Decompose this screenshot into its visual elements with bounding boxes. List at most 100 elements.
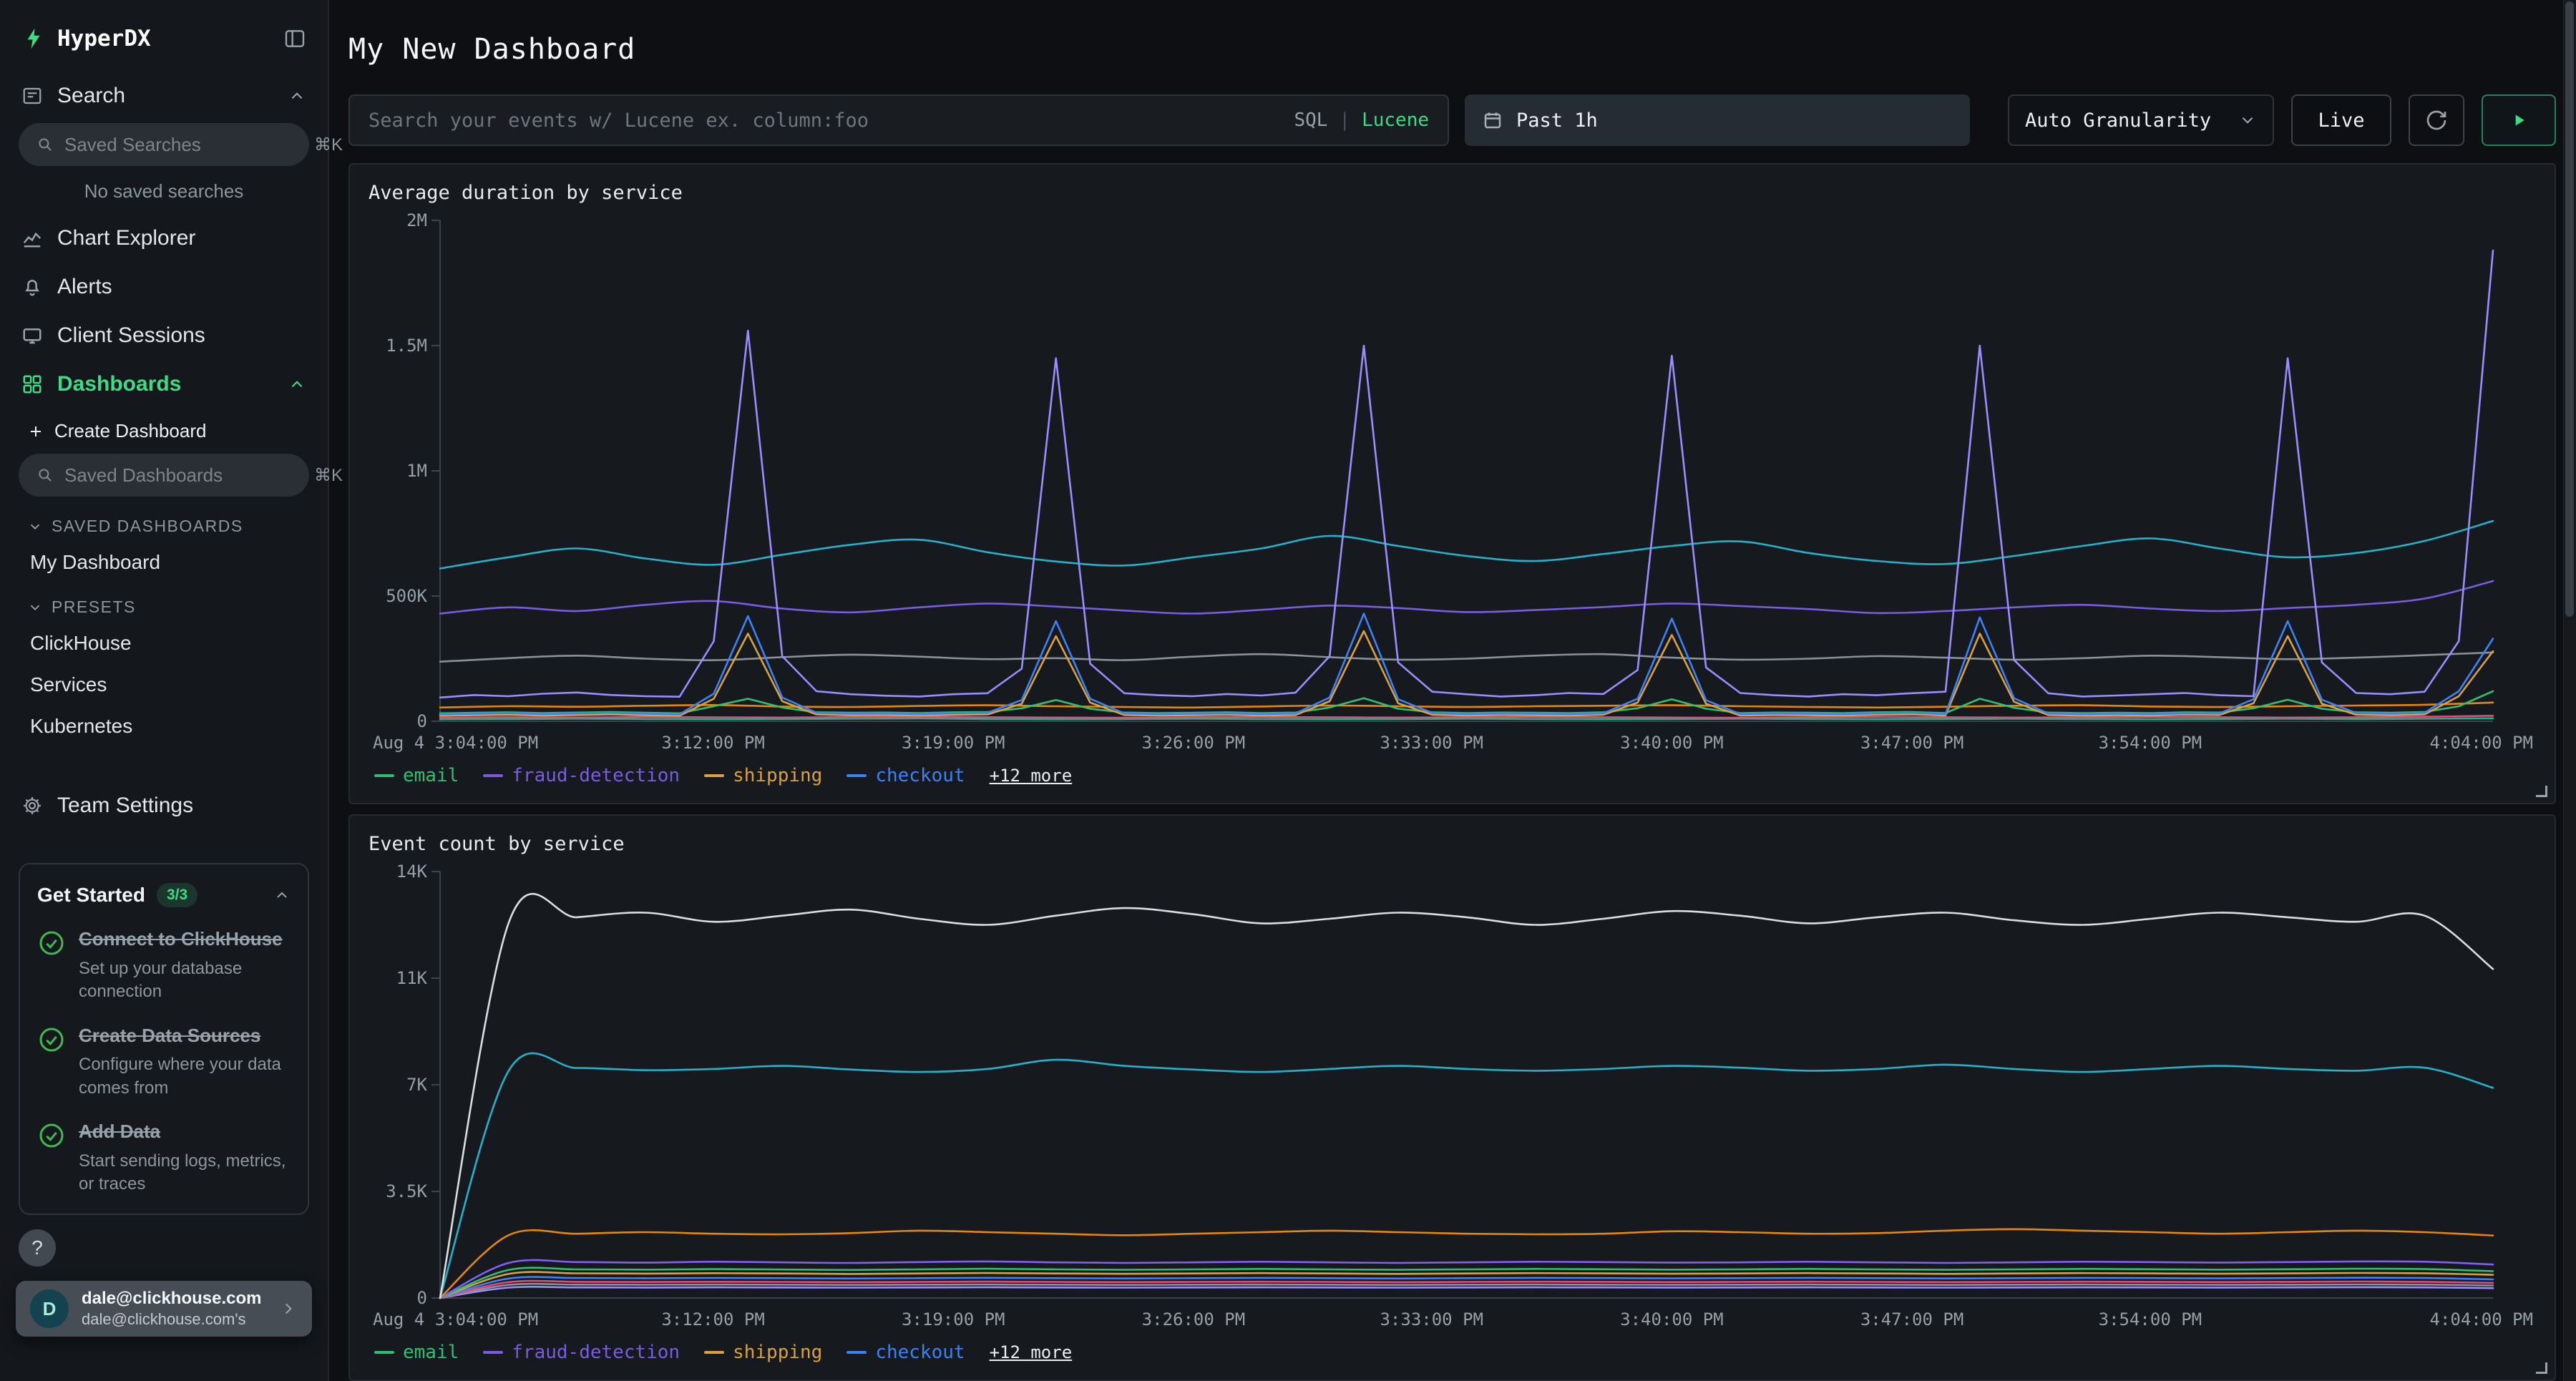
legend-more-link[interactable]: +12 more	[990, 1342, 1073, 1362]
language-toggle-lucene[interactable]: Lucene	[1362, 109, 1429, 131]
legend-item-checkout[interactable]: checkout	[847, 1342, 965, 1363]
granularity-value: Auto Granularity	[2025, 109, 2211, 132]
panel-title: Event count by service	[369, 831, 2536, 857]
chart-legend: email fraud-detection shipping checkout +12 …	[369, 760, 2536, 791]
get-started-header[interactable]: Get Started 3/3	[37, 883, 291, 907]
sidebar: HyperDX Search ⌘K No saved searches	[0, 0, 329, 1381]
legend-label: shipping	[733, 1342, 822, 1363]
user-org: dale@clickhouse.com's	[82, 1310, 266, 1329]
legend-label: email	[403, 765, 459, 786]
svg-text:3:54:00 PM: 3:54:00 PM	[2099, 1309, 2202, 1329]
legend-swatch	[483, 1351, 503, 1354]
user-email: dale@clickhouse.com	[82, 1289, 266, 1309]
dashboard-link-my-dashboard[interactable]: My Dashboard	[0, 542, 328, 583]
svg-text:0: 0	[417, 711, 427, 731]
panel-event-count: Event count by service 03.5K7K11K14KAug …	[348, 814, 2556, 1381]
group-presets[interactable]: PRESETS	[0, 583, 328, 623]
chart-average-duration-by-service[interactable]: 0500K1M1.5M2MAug 4 3:04:00 PM3:12:00 PM3…	[369, 210, 2536, 760]
sidebar-item-dashboards[interactable]: Dashboards	[0, 360, 328, 409]
legend-swatch	[704, 774, 724, 777]
sidebar-section-search[interactable]: Search	[0, 72, 328, 120]
create-dashboard-button[interactable]: Create Dashboard	[0, 409, 328, 451]
legend-label: fraud-detection	[512, 765, 680, 786]
panel-resize-handle[interactable]	[2536, 786, 2547, 797]
sidebar-item-team-settings[interactable]: Team Settings	[0, 781, 328, 830]
svg-text:3:26:00 PM: 3:26:00 PM	[1142, 1309, 1246, 1329]
monitor-icon	[21, 325, 43, 346]
legend-item-shipping[interactable]: shipping	[704, 765, 822, 786]
granularity-select[interactable]: Auto Granularity	[2008, 94, 2274, 146]
refresh-button[interactable]	[2409, 94, 2464, 146]
get-started-item-connect[interactable]: Connect to ClickHouse Set up your databa…	[37, 927, 291, 1004]
legend-swatch	[847, 1351, 867, 1354]
run-query-button[interactable]	[2482, 94, 2556, 146]
chart-explorer-icon	[21, 228, 43, 249]
legend-item-shipping[interactable]: shipping	[704, 1342, 822, 1363]
legend-more-link[interactable]: +12 more	[990, 766, 1073, 786]
chevron-down-icon	[2238, 111, 2257, 130]
svg-text:3.5K: 3.5K	[386, 1181, 427, 1201]
main-content: My New Dashboard SQL | Lucene Past 1h Au…	[329, 0, 2576, 1381]
svg-text:3:40:00 PM: 3:40:00 PM	[1620, 733, 1724, 753]
get-started-item-add-data[interactable]: Add Data Start sending logs, metrics, or…	[37, 1120, 291, 1196]
check-circle-icon	[37, 1121, 66, 1196]
legend-item-email[interactable]: email	[374, 1342, 459, 1363]
legend-label: fraud-detection	[512, 1342, 680, 1363]
sidebar-item-label: Client Sessions	[57, 323, 306, 348]
event-search-box[interactable]: SQL | Lucene	[348, 94, 1449, 146]
sidebar-item-label: Dashboards	[57, 372, 273, 396]
preset-link-kubernetes[interactable]: Kubernetes	[0, 706, 328, 747]
search-section-label: Search	[57, 84, 273, 108]
get-started-progress-badge: 3/3	[157, 883, 197, 907]
preset-link-services[interactable]: Services	[0, 664, 328, 706]
saved-searches-field[interactable]	[64, 134, 304, 156]
play-icon	[2509, 111, 2528, 130]
chevron-up-icon	[288, 87, 306, 105]
legend-swatch	[847, 774, 867, 777]
hyperdx-logo[interactable]: HyperDX	[21, 26, 151, 52]
sidebar-item-client-sessions[interactable]: Client Sessions	[0, 311, 328, 360]
saved-dashboards-field[interactable]	[64, 464, 304, 487]
legend-swatch	[483, 774, 503, 777]
legend-item-email[interactable]: email	[374, 765, 459, 786]
app-name: HyperDX	[57, 26, 151, 52]
legend-swatch	[374, 1351, 394, 1354]
svg-text:7K: 7K	[406, 1075, 427, 1095]
language-toggle-sql[interactable]: SQL	[1294, 109, 1327, 131]
sidebar-collapse-icon[interactable]	[283, 27, 306, 50]
chevron-up-icon	[288, 375, 306, 394]
get-started-item-sources[interactable]: Create Data Sources Configure where your…	[37, 1024, 291, 1101]
chart-event-count-by-service[interactable]: 03.5K7K11K14KAug 4 3:04:00 PM3:12:00 PM3…	[369, 862, 2536, 1337]
chevron-right-icon	[279, 1299, 298, 1318]
svg-text:3:33:00 PM: 3:33:00 PM	[1380, 1309, 1483, 1329]
help-button[interactable]: ?	[19, 1229, 56, 1267]
legend-item-checkout[interactable]: checkout	[847, 765, 965, 786]
saved-searches-input[interactable]: ⌘K	[19, 123, 309, 166]
group-saved-dashboards[interactable]: SAVED DASHBOARDS	[0, 502, 328, 542]
shortcut-badge: ⌘K	[314, 135, 343, 155]
plus-icon	[27, 423, 44, 440]
shortcut-badge: ⌘K	[314, 465, 343, 486]
event-search-input[interactable]	[369, 109, 1281, 132]
user-menu[interactable]: D dale@clickhouse.com dale@clickhouse.co…	[16, 1281, 312, 1337]
page-scrollbar-thumb[interactable]	[2565, 1, 2574, 617]
preset-link-clickhouse[interactable]: ClickHouse	[0, 623, 328, 664]
panel-resize-handle[interactable]	[2536, 1362, 2547, 1374]
sidebar-item-alerts[interactable]: Alerts	[0, 263, 328, 311]
page-title: My New Dashboard	[348, 33, 2556, 66]
svg-text:3:47:00 PM: 3:47:00 PM	[1860, 1309, 1964, 1329]
sidebar-item-chart-explorer[interactable]: Chart Explorer	[0, 214, 328, 263]
legend-label: email	[403, 1342, 459, 1363]
svg-text:4:04:00 PM: 4:04:00 PM	[2430, 733, 2534, 753]
svg-text:3:19:00 PM: 3:19:00 PM	[902, 733, 1005, 753]
legend-swatch	[374, 774, 394, 777]
check-circle-icon	[37, 929, 66, 1004]
time-range-picker[interactable]: Past 1h	[1465, 94, 1970, 146]
magnifier-icon	[36, 135, 54, 154]
saved-dashboards-input[interactable]: ⌘K	[19, 454, 309, 497]
svg-text:3:54:00 PM: 3:54:00 PM	[2099, 733, 2202, 753]
svg-text:3:40:00 PM: 3:40:00 PM	[1620, 1309, 1724, 1329]
legend-item-fraud-detection[interactable]: fraud-detection	[483, 1342, 680, 1363]
legend-item-fraud-detection[interactable]: fraud-detection	[483, 765, 680, 786]
live-button[interactable]: Live	[2291, 94, 2391, 146]
